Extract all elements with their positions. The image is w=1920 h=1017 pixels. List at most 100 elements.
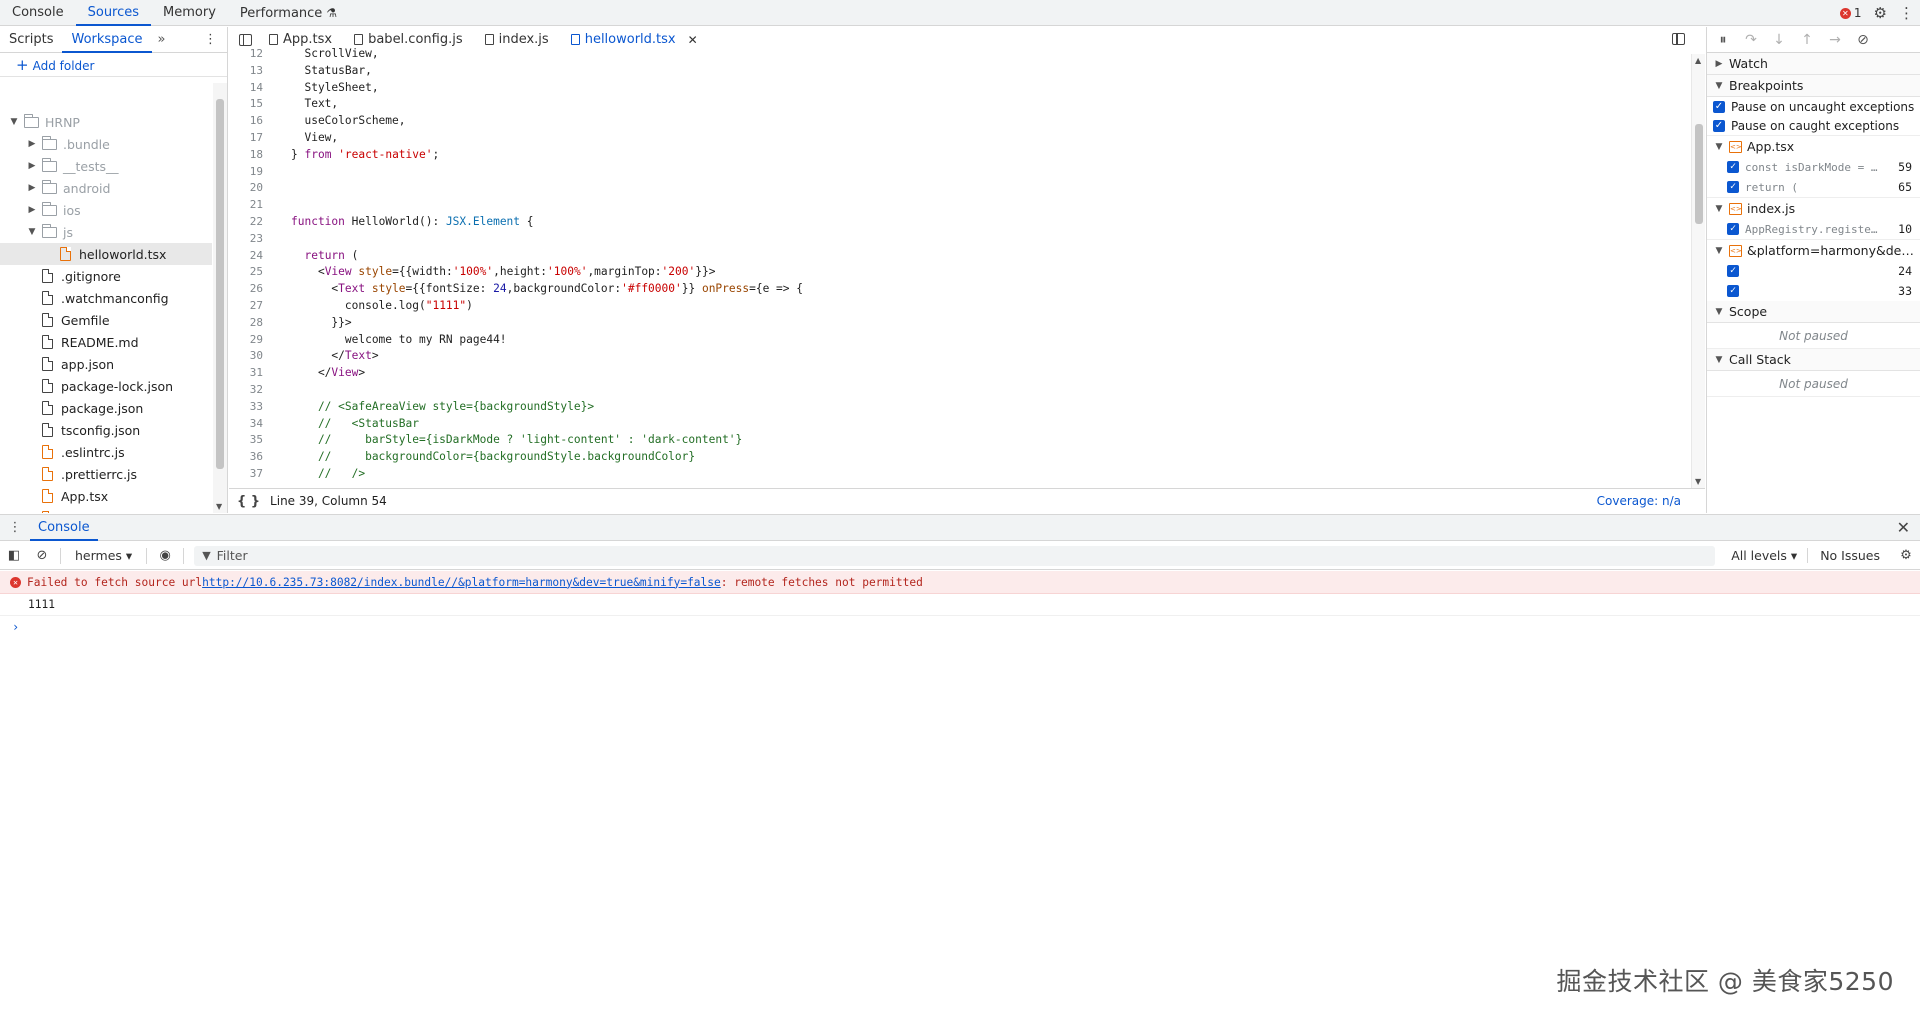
more-options-icon[interactable]: ⋮ bbox=[1899, 4, 1914, 22]
console-settings-gear-icon[interactable]: ⚙ bbox=[1892, 548, 1920, 563]
line-number[interactable]: 36 bbox=[229, 449, 273, 466]
toggle-debugger-button[interactable] bbox=[1672, 33, 1685, 45]
drawer-tab-console[interactable]: Console bbox=[30, 515, 98, 541]
code-line[interactable]: 27 console.log("1111") bbox=[229, 298, 1691, 315]
expand-triangle-icon[interactable]: ▶ bbox=[26, 161, 38, 171]
code-line[interactable]: 20 bbox=[229, 180, 1691, 197]
close-tab-icon[interactable]: ✕ bbox=[688, 33, 698, 47]
code-line[interactable]: 14 StyleSheet, bbox=[229, 80, 1691, 97]
log-levels-dropdown[interactable]: All levels ▾ bbox=[1721, 548, 1807, 563]
code-line[interactable]: 31 </View> bbox=[229, 365, 1691, 382]
code-line[interactable]: 12 ScrollView, bbox=[229, 46, 1691, 63]
code-line[interactable]: 17 View, bbox=[229, 130, 1691, 147]
line-number[interactable]: 33 bbox=[229, 399, 273, 416]
tree-item[interactable]: ▼ HRNP bbox=[0, 111, 212, 133]
tree-item[interactable]: ▼ js bbox=[0, 221, 212, 243]
code-line[interactable]: 21 bbox=[229, 197, 1691, 214]
call-stack-section-header[interactable]: ▼ Call Stack bbox=[1707, 349, 1920, 371]
code-line[interactable]: 23 bbox=[229, 231, 1691, 248]
tab-sources[interactable]: Sources bbox=[75, 0, 152, 26]
line-number[interactable]: 13 bbox=[229, 63, 273, 80]
line-number[interactable]: 30 bbox=[229, 348, 273, 365]
editor-scrollbar[interactable]: ▲ ▼ bbox=[1691, 54, 1705, 488]
breakpoint-file-header[interactable]: ▼ <> &platform=harmony&de… bbox=[1707, 239, 1920, 261]
breakpoint-checkbox[interactable]: ✓ bbox=[1727, 285, 1739, 297]
code-line[interactable]: 30 </Text> bbox=[229, 348, 1691, 365]
tree-item[interactable]: package.json bbox=[0, 397, 212, 419]
line-number[interactable]: 26 bbox=[229, 281, 273, 298]
navigator-menu-icon[interactable]: ⋮ bbox=[204, 27, 217, 53]
error-source-link[interactable]: http://10.6.235.73:8082/index.bundle//&p… bbox=[202, 576, 721, 589]
tree-item[interactable]: helloworld.tsx bbox=[0, 243, 212, 265]
breakpoint-checkbox[interactable]: ✓ bbox=[1727, 161, 1739, 173]
tab-console[interactable]: Console bbox=[0, 0, 76, 25]
close-drawer-icon[interactable]: ✕ bbox=[1897, 515, 1910, 541]
line-number[interactable]: 18 bbox=[229, 147, 273, 164]
more-tabs-chevron-icon[interactable]: » bbox=[152, 27, 172, 52]
tree-item[interactable]: ▶ android bbox=[0, 177, 212, 199]
context-selector[interactable]: hermes ▾ bbox=[65, 548, 142, 563]
console-filter-input[interactable]: ▼ Filter bbox=[194, 545, 1716, 566]
issues-button[interactable]: No Issues bbox=[1807, 548, 1892, 563]
line-number[interactable]: 29 bbox=[229, 332, 273, 349]
pause-caught-checkbox[interactable]: ✓ Pause on caught exceptions bbox=[1707, 116, 1920, 135]
code-line[interactable]: 33 // <SafeAreaView style={backgroundSty… bbox=[229, 399, 1691, 416]
line-number[interactable]: 24 bbox=[229, 248, 273, 265]
scroll-down-arrow-icon[interactable]: ▼ bbox=[1695, 477, 1701, 486]
tree-item[interactable]: app.json bbox=[0, 353, 212, 375]
line-number[interactable]: 34 bbox=[229, 416, 273, 433]
tab-memory[interactable]: Memory bbox=[151, 0, 228, 25]
line-number[interactable]: 20 bbox=[229, 180, 273, 197]
tree-item[interactable]: ▶ __tests__ bbox=[0, 155, 212, 177]
code-line[interactable]: 24 return ( bbox=[229, 248, 1691, 265]
breakpoint-item[interactable]: ✓ 33 bbox=[1707, 281, 1920, 301]
scroll-down-arrow-icon[interactable]: ▼ bbox=[216, 502, 222, 511]
tab-workspace[interactable]: Workspace bbox=[62, 27, 152, 53]
line-number[interactable]: 17 bbox=[229, 130, 273, 147]
breakpoint-item[interactable]: ✓ AppRegistry.register… 10 bbox=[1707, 219, 1920, 239]
code-line[interactable]: 13 StatusBar, bbox=[229, 63, 1691, 80]
tree-item[interactable]: Gemfile bbox=[0, 309, 212, 331]
collapse-triangle-icon[interactable]: ▼ bbox=[8, 117, 20, 127]
line-number[interactable]: 32 bbox=[229, 382, 273, 399]
navigator-scroll-thumb[interactable] bbox=[216, 99, 224, 469]
editor-scroll-thumb[interactable] bbox=[1695, 124, 1703, 224]
tree-item[interactable]: .gitignore bbox=[0, 265, 212, 287]
coverage-status[interactable]: Coverage: n/a bbox=[1597, 494, 1681, 508]
clear-console-icon[interactable]: ⊘ bbox=[28, 548, 56, 563]
code-line[interactable]: 19 bbox=[229, 164, 1691, 181]
line-number[interactable]: 28 bbox=[229, 315, 273, 332]
step-icon[interactable]: → bbox=[1827, 32, 1843, 48]
code-line[interactable]: 18} from 'react-native'; bbox=[229, 147, 1691, 164]
line-number[interactable]: 31 bbox=[229, 365, 273, 382]
breakpoints-section-header[interactable]: ▼ Breakpoints bbox=[1707, 75, 1920, 97]
breakpoint-checkbox[interactable]: ✓ bbox=[1727, 265, 1739, 277]
step-over-icon[interactable]: ↷ bbox=[1743, 32, 1759, 48]
line-number[interactable]: 35 bbox=[229, 432, 273, 449]
tree-item[interactable]: ▶ ios bbox=[0, 199, 212, 221]
tree-item[interactable]: App.tsx bbox=[0, 485, 212, 507]
code-line[interactable]: 29 welcome to my RN page44! bbox=[229, 332, 1691, 349]
step-out-icon[interactable]: ↑ bbox=[1799, 32, 1815, 48]
breakpoint-item[interactable]: ✓ const isDarkMode = u… 59 bbox=[1707, 157, 1920, 177]
error-count-badge[interactable]: ✕ 1 bbox=[1839, 6, 1862, 20]
code-line[interactable]: 28 }}> bbox=[229, 315, 1691, 332]
code-line[interactable]: 34 // <StatusBar bbox=[229, 416, 1691, 433]
code-line[interactable]: 22 function HelloWorld(): JSX.Element { bbox=[229, 214, 1691, 231]
code-editor[interactable]: 12 ScrollView, 13 StatusBar, 14 StyleSheet… bbox=[229, 46, 1691, 480]
live-expression-eye-icon[interactable]: ◉ bbox=[151, 548, 179, 563]
scope-section-header[interactable]: ▼ Scope bbox=[1707, 301, 1920, 323]
settings-gear-icon[interactable]: ⚙ bbox=[1874, 4, 1887, 22]
scroll-up-arrow-icon[interactable]: ▲ bbox=[1695, 56, 1701, 65]
tab-scripts[interactable]: Scripts bbox=[0, 27, 62, 52]
tree-item[interactable]: README.md bbox=[0, 331, 212, 353]
line-number[interactable]: 16 bbox=[229, 113, 273, 130]
line-number[interactable]: 14 bbox=[229, 80, 273, 97]
collapse-triangle-icon[interactable]: ▼ bbox=[26, 227, 38, 237]
code-line[interactable]: 16 useColorScheme, bbox=[229, 113, 1691, 130]
breakpoint-file-header[interactable]: ▼ <> index.js bbox=[1707, 197, 1920, 219]
tree-item[interactable]: tsconfig.json bbox=[0, 419, 212, 441]
code-line[interactable]: 37 // /> bbox=[229, 466, 1691, 480]
line-number[interactable]: 37 bbox=[229, 466, 273, 480]
expand-triangle-icon[interactable]: ▶ bbox=[26, 205, 38, 215]
